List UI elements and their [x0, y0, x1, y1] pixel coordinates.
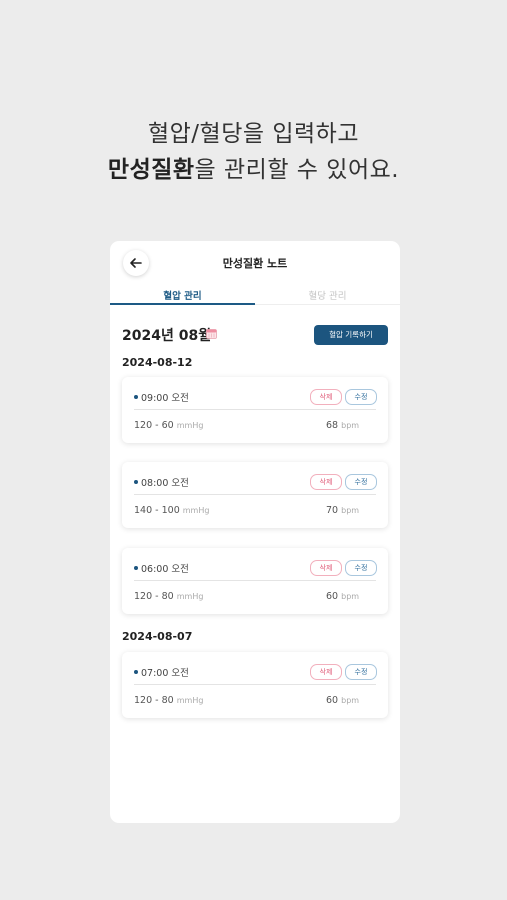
- date-header: 2024-08-07: [122, 630, 193, 643]
- delete-button[interactable]: 삭제: [310, 474, 342, 490]
- tab-blood-pressure[interactable]: 혈압 관리: [110, 288, 255, 302]
- tab-blood-sugar[interactable]: 혈당 관리: [255, 288, 400, 302]
- record-time: 06:00 오전: [141, 564, 189, 575]
- delete-button[interactable]: 삭제: [310, 389, 342, 405]
- date-header: 2024-08-12: [122, 356, 193, 369]
- bullet-dot: [134, 480, 138, 484]
- pulse-reading: 68: [326, 420, 339, 431]
- tab-divider: [255, 304, 400, 305]
- record-time: 09:00 오전: [141, 393, 189, 404]
- bp-unit: mmHg: [176, 421, 204, 430]
- record-card: 06:00 오전 삭제 수정 120 - 80 mmHg 60 bpm: [122, 548, 388, 614]
- record-time: 07:00 오전: [141, 668, 189, 679]
- divider: [134, 684, 376, 685]
- blood-pressure-value: 120 - 60 mmHg: [134, 420, 203, 431]
- record-card: 08:00 오전 삭제 수정 140 - 100 mmHg 70 bpm: [122, 462, 388, 528]
- bp-reading: 120 - 80: [134, 695, 174, 706]
- divider: [134, 494, 376, 495]
- active-tab-indicator: [110, 303, 255, 305]
- blood-pressure-value: 140 - 100 mmHg: [134, 505, 209, 516]
- headline-line-1: 혈압/혈당을 입력하고: [147, 121, 359, 147]
- divider: [134, 409, 376, 410]
- tab-bar: 혈압 관리 혈당 관리: [110, 285, 400, 307]
- record-time: 08:00 오전: [141, 478, 189, 489]
- bp-unit: mmHg: [176, 592, 204, 601]
- pulse-value: 70 bpm: [326, 505, 359, 516]
- pulse-value: 60 bpm: [326, 591, 359, 602]
- record-card: 07:00 오전 삭제 수정 120 - 80 mmHg 60 bpm: [122, 652, 388, 718]
- record-bp-button[interactable]: 혈압 기록하기: [314, 325, 388, 345]
- bp-reading: 140 - 100: [134, 505, 180, 516]
- headline-line-2: 만성질환을 관리할 수 있어요.: [0, 152, 507, 188]
- bullet-dot: [134, 395, 138, 399]
- edit-button[interactable]: 수정: [345, 664, 377, 680]
- top-bar: 만성질환 노트: [110, 241, 400, 287]
- month-selector[interactable]: 2024년 08월: [122, 325, 211, 345]
- bp-reading: 120 - 80: [134, 591, 174, 602]
- calendar-icon[interactable]: [206, 328, 217, 339]
- edit-button[interactable]: 수정: [345, 389, 377, 405]
- bullet-dot: [134, 670, 138, 674]
- blood-pressure-value: 120 - 80 mmHg: [134, 591, 203, 602]
- pulse-value: 60 bpm: [326, 695, 359, 706]
- headline-bold: 만성질환: [107, 157, 195, 183]
- pulse-unit: bpm: [341, 696, 360, 705]
- delete-button[interactable]: 삭제: [310, 560, 342, 576]
- headline-rest: 을 관리할 수 있어요.: [194, 157, 400, 183]
- pulse-value: 68 bpm: [326, 420, 359, 431]
- pulse-unit: bpm: [341, 421, 360, 430]
- bp-reading: 120 - 60: [134, 420, 174, 431]
- divider: [134, 580, 376, 581]
- pulse-reading: 70: [326, 505, 339, 516]
- delete-button[interactable]: 삭제: [310, 664, 342, 680]
- edit-button[interactable]: 수정: [345, 474, 377, 490]
- bp-unit: mmHg: [176, 696, 204, 705]
- pulse-unit: bpm: [341, 592, 360, 601]
- pulse-reading: 60: [326, 591, 339, 602]
- bullet-dot: [134, 566, 138, 570]
- pulse-unit: bpm: [341, 506, 360, 515]
- edit-button[interactable]: 수정: [345, 560, 377, 576]
- blood-pressure-value: 120 - 80 mmHg: [134, 695, 203, 706]
- phone-screen: 만성질환 노트 혈압 관리 혈당 관리 2024년 08월 혈압 기록하기 20…: [110, 241, 400, 823]
- pulse-reading: 60: [326, 695, 339, 706]
- record-card: 09:00 오전 삭제 수정 120 - 60 mmHg 68 bpm: [122, 377, 388, 443]
- bp-unit: mmHg: [182, 506, 210, 515]
- screen-title: 만성질환 노트: [222, 257, 288, 270]
